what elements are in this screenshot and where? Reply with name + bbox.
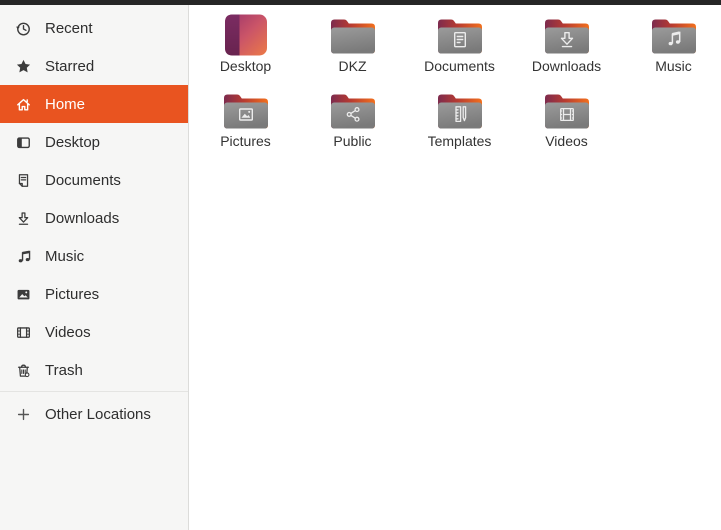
sidebar-item-label: Pictures	[45, 285, 100, 303]
sidebar-item-label: Music	[45, 247, 85, 265]
file-name-label: Music	[655, 58, 692, 74]
file-item-videos[interactable]: Videos	[513, 84, 620, 159]
sidebar-item-recent[interactable]: Recent	[0, 9, 188, 47]
sidebar-item-label: Home	[45, 95, 86, 113]
folder-icon-videos	[543, 89, 591, 131]
folder-icon-downloads	[543, 14, 591, 56]
sidebar-item-videos[interactable]: Videos	[0, 313, 188, 351]
sidebar-item-starred[interactable]: Starred	[0, 47, 188, 85]
documents-icon	[15, 172, 32, 189]
file-item-public[interactable]: Public	[299, 84, 406, 159]
sidebar-item-other-locations[interactable]: Other Locations	[0, 395, 188, 433]
trash-icon	[15, 362, 32, 379]
downloads-icon	[15, 210, 32, 227]
file-grid: Desktop DKZ Documents Downloads Music Pi…	[192, 9, 721, 159]
sidebar-item-label: Trash	[45, 361, 83, 379]
folder-icon-pictures	[222, 89, 270, 131]
desktop-gradient-icon	[222, 14, 270, 56]
music-icon	[15, 248, 32, 265]
file-name-label: Pictures	[220, 133, 271, 149]
file-item-downloads[interactable]: Downloads	[513, 9, 620, 84]
file-view: Desktop DKZ Documents Downloads Music Pi…	[189, 5, 721, 530]
file-name-label: Public	[333, 133, 372, 149]
sidebar-item-desktop[interactable]: Desktop	[0, 123, 188, 161]
sidebar-item-label: Desktop	[45, 133, 101, 151]
file-name-label: DKZ	[338, 58, 367, 74]
folder-icon-none	[329, 14, 377, 56]
file-item-desktop[interactable]: Desktop	[192, 9, 299, 84]
file-item-music[interactable]: Music	[620, 9, 721, 84]
folder-icon-templates	[436, 89, 484, 131]
plus-icon	[15, 406, 32, 423]
folder-icon-share	[329, 89, 377, 131]
sidebar-separator	[0, 391, 188, 392]
desktop-icon	[15, 134, 32, 151]
sidebar-item-trash[interactable]: Trash	[0, 351, 188, 389]
starred-icon	[15, 58, 32, 75]
sidebar-item-label: Downloads	[45, 209, 120, 227]
videos-icon	[15, 324, 32, 341]
file-name-label: Videos	[545, 133, 588, 149]
sidebar-item-label: Other Locations	[45, 405, 151, 423]
sidebar-item-pictures[interactable]: Pictures	[0, 275, 188, 313]
sidebar-item-home[interactable]: Home	[0, 85, 188, 123]
file-manager-window: Recent Starred Home Desktop Documents Downloa…	[0, 5, 721, 530]
file-item-pictures[interactable]: Pictures	[192, 84, 299, 159]
sidebar-item-downloads[interactable]: Downloads	[0, 199, 188, 237]
sidebar-list: Recent Starred Home Desktop Documents Downloa…	[0, 9, 188, 389]
file-name-label: Templates	[427, 133, 492, 149]
sidebar-item-label: Starred	[45, 57, 95, 75]
sidebar-item-music[interactable]: Music	[0, 237, 188, 275]
recent-icon	[15, 20, 32, 37]
sidebar-item-label: Documents	[45, 171, 121, 189]
file-name-label: Downloads	[531, 58, 602, 74]
file-item-templates[interactable]: Templates	[406, 84, 513, 159]
file-item-documents[interactable]: Documents	[406, 9, 513, 84]
sidebar-item-documents[interactable]: Documents	[0, 161, 188, 199]
places-sidebar: Recent Starred Home Desktop Documents Downloa…	[0, 5, 189, 530]
file-item-dkz[interactable]: DKZ	[299, 9, 406, 84]
file-name-label: Documents	[424, 58, 495, 74]
home-icon	[15, 96, 32, 113]
folder-icon-music	[650, 14, 698, 56]
folder-icon-documents	[436, 14, 484, 56]
pictures-icon	[15, 286, 32, 303]
file-name-label: Desktop	[219, 58, 272, 74]
sidebar-item-label: Recent	[45, 19, 93, 37]
sidebar-item-label: Videos	[45, 323, 91, 341]
